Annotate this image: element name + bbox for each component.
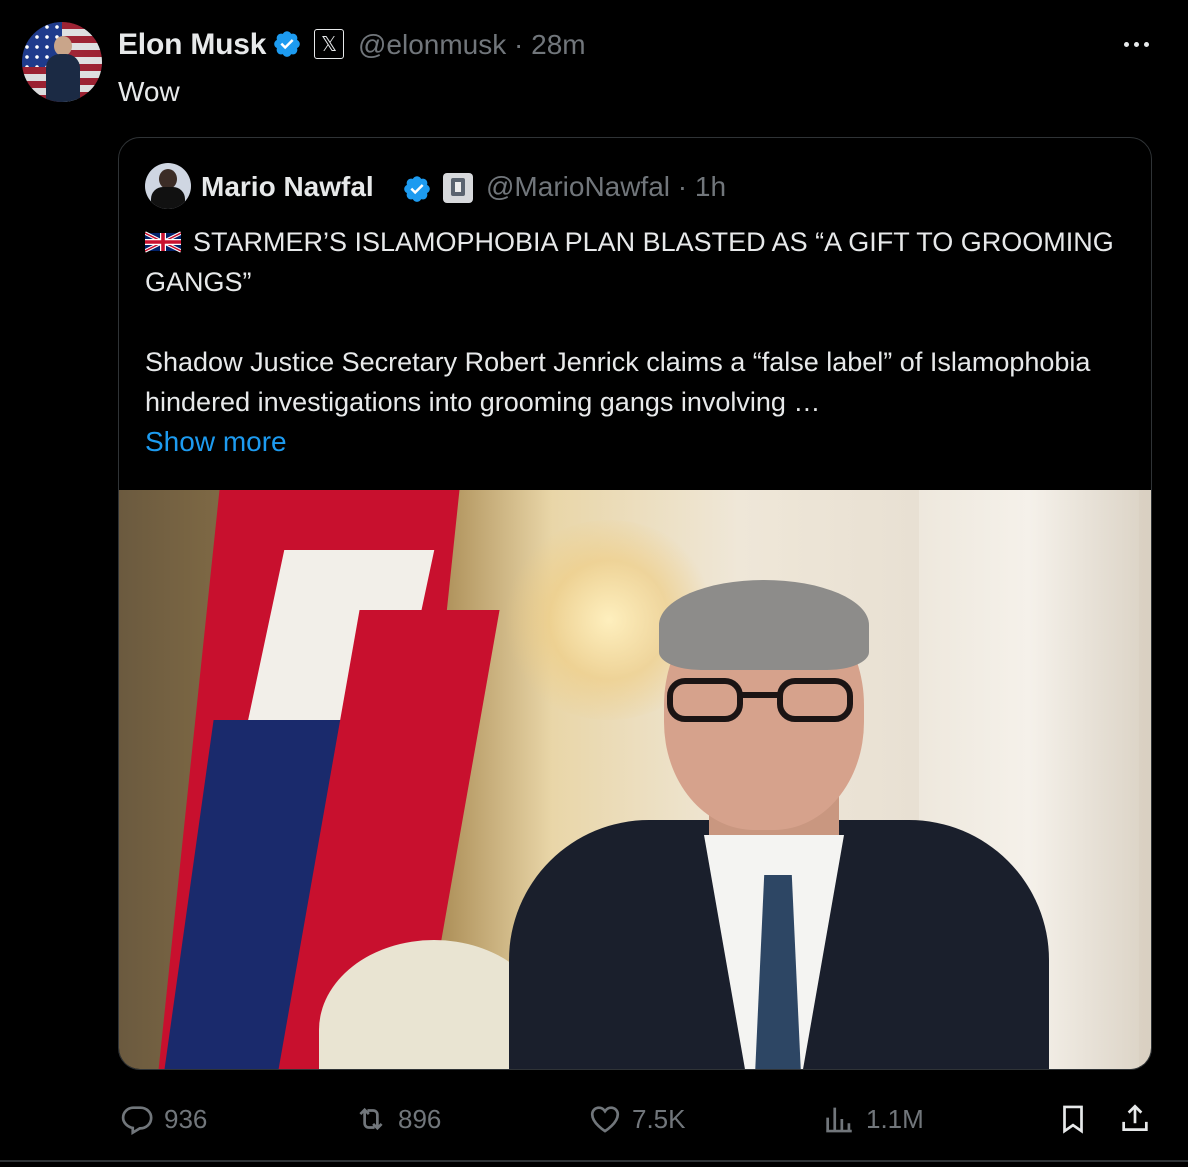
affiliate-badge-icon: [443, 173, 473, 203]
quote-handle-time[interactable]: @MarioNawfal · 1h: [486, 171, 726, 203]
bottom-divider: [0, 1160, 1188, 1162]
glasses-bridge: [741, 692, 779, 698]
quote-author-name[interactable]: Mario Nawfal: [201, 171, 374, 203]
glasses-lens: [667, 678, 743, 722]
tweet-text: Wow: [118, 76, 180, 107]
avatar-body: [46, 54, 80, 102]
avatar[interactable]: [22, 22, 102, 102]
affiliate-badge-shape: [455, 182, 461, 192]
repost-icon: [359, 1107, 383, 1131]
quote-headline: STARMER’S ISLAMOPHOBIA PLAN BLASTED AS “…: [145, 222, 1125, 302]
x-logo-icon: 𝕏: [314, 29, 344, 59]
repost-button[interactable]: 896: [354, 1094, 441, 1144]
verified-badge-icon: [404, 176, 430, 202]
top-divider: [0, 0, 1188, 4]
like-button[interactable]: 7.5K: [588, 1094, 686, 1144]
uk-flag-icon: [145, 231, 181, 253]
avatar-person: [46, 36, 80, 102]
quoted-tweet[interactable]: Mario Nawfal @MarioNawfal · 1h STARMER’S…: [118, 137, 1152, 1070]
more-options-icon[interactable]: [1118, 26, 1154, 62]
like-count: 7.5K: [632, 1103, 686, 1134]
reply-button[interactable]: 936: [120, 1094, 207, 1144]
quote-avatar-head: [159, 169, 177, 189]
photo-glasses: [667, 678, 863, 726]
quote-headline-text: STARMER’S ISLAMOPHOBIA PLAN BLASTED AS “…: [145, 227, 1114, 297]
author-handle-time[interactable]: @elonmusk · 28m: [358, 29, 586, 61]
views-button[interactable]: 1.1M: [822, 1094, 924, 1144]
quote-image[interactable]: [119, 490, 1151, 1069]
share-icon[interactable]: [1118, 1102, 1152, 1136]
reply-count: 936: [164, 1103, 208, 1134]
photo-hair: [659, 580, 869, 670]
views-icon: [826, 1107, 852, 1133]
reply-icon: [121, 1106, 153, 1135]
quote-avatar[interactable]: [145, 163, 191, 209]
author-name[interactable]: Elon Musk: [118, 28, 266, 62]
quote-avatar-body: [151, 187, 185, 209]
views-count: 1.1M: [866, 1103, 924, 1134]
bookmark-icon[interactable]: [1056, 1102, 1090, 1136]
quote-body: Shadow Justice Secretary Robert Jenrick …: [145, 347, 1091, 417]
glasses-lens: [777, 678, 853, 722]
action-bar: 936 896 7.5K 1.1M: [0, 1094, 1188, 1144]
show-more-link[interactable]: Show more: [145, 422, 287, 462]
avatar-head: [54, 36, 72, 56]
heart-icon: [590, 1106, 620, 1133]
repost-count: 896: [398, 1103, 442, 1134]
verified-badge-icon: [274, 31, 300, 57]
